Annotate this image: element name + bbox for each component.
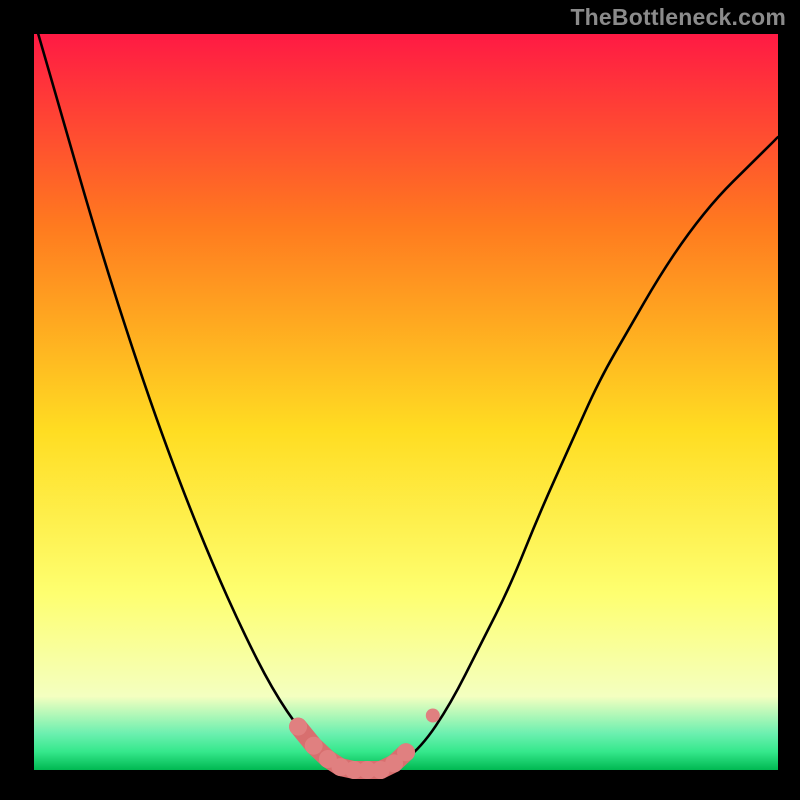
plot-background — [34, 34, 778, 770]
bottleneck-chart — [0, 0, 800, 800]
watermark-text: TheBottleneck.com — [570, 4, 786, 31]
chart-frame: TheBottleneck.com — [0, 0, 800, 800]
data-marker — [426, 709, 440, 723]
data-marker — [289, 718, 307, 736]
data-marker — [397, 743, 415, 761]
data-marker — [305, 737, 323, 755]
